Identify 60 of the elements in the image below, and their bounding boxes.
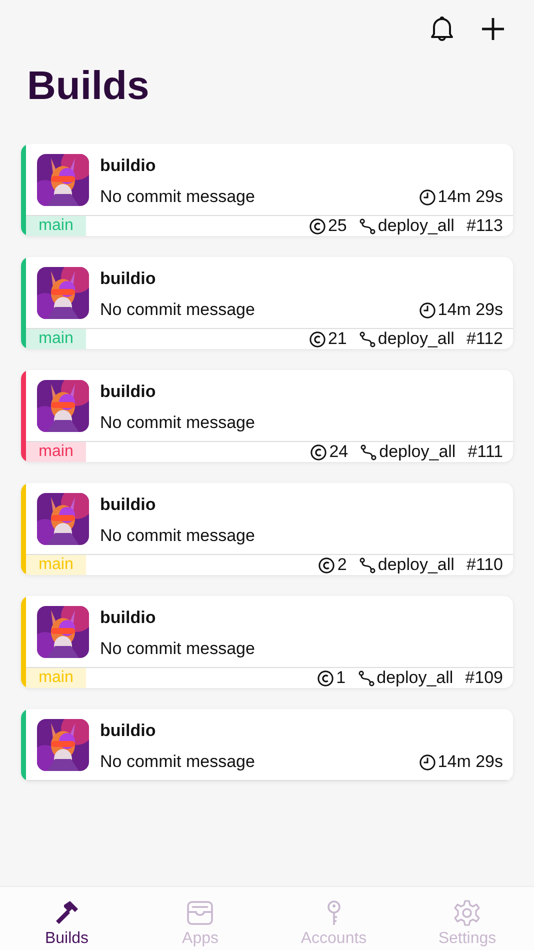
- build-number: #111: [468, 442, 503, 462]
- coin-icon: [310, 444, 328, 460]
- coin-icon: [308, 330, 326, 348]
- commit-message: No commit message: [100, 639, 255, 659]
- clock-icon: [418, 302, 436, 318]
- build-card[interactable]: buildio No commit message main 2 deploy_all #110: [21, 483, 513, 575]
- workflow-name: deploy_all: [378, 555, 454, 575]
- build-duration: 14m 29s: [438, 752, 503, 772]
- tray-icon: [186, 899, 214, 927]
- branch-tag: main: [26, 216, 86, 236]
- workflow-name: deploy_all: [378, 329, 454, 349]
- credit-count: 2: [337, 555, 347, 575]
- clock-icon: [418, 754, 436, 770]
- commit-message: No commit message: [100, 300, 255, 320]
- build-card[interactable]: buildio No commit message 14m 29s main 21 deploy_all #112: [21, 257, 513, 349]
- commit-message: No commit message: [100, 187, 255, 207]
- workflow-name: deploy_all: [378, 216, 454, 236]
- coin-icon: [308, 218, 326, 234]
- build-number: #112: [466, 329, 503, 349]
- commit-message: No commit message: [100, 752, 255, 772]
- workflow-name: deploy_all: [376, 668, 454, 688]
- app-name: buildio: [100, 156, 157, 176]
- gear-icon: [453, 899, 482, 927]
- add-icon[interactable]: [480, 16, 506, 42]
- branch-tag: main: [26, 555, 86, 575]
- build-number: #113: [466, 216, 503, 236]
- build-card[interactable]: buildio No commit message 14m 29s: [21, 709, 513, 781]
- build-number: #110: [466, 555, 503, 575]
- branch-tag: main: [26, 329, 86, 349]
- app-name: buildio: [100, 608, 157, 628]
- workflow-icon: [358, 330, 376, 348]
- app-name: buildio: [100, 721, 157, 741]
- coin-icon: [317, 670, 334, 686]
- credit-count: 21: [328, 329, 347, 349]
- credit-count: 25: [328, 216, 347, 236]
- branch-tag: main: [26, 668, 86, 688]
- workflow-icon: [360, 444, 378, 460]
- commit-message: No commit message: [100, 413, 255, 433]
- branch-tag: main: [26, 442, 86, 462]
- commit-message: No commit message: [100, 526, 255, 546]
- credit-count: 1: [336, 668, 346, 688]
- build-number: #109: [465, 668, 503, 688]
- clock-icon: [418, 188, 436, 206]
- tab[interactable]: Builds: [12, 887, 122, 950]
- coin-icon: [318, 556, 336, 574]
- workflow-name: deploy_all: [379, 442, 456, 462]
- workflow-icon: [358, 218, 376, 234]
- workflow-icon: [358, 556, 376, 574]
- app-name: buildio: [100, 269, 157, 289]
- build-card[interactable]: buildio No commit message 14m 29s main 25 deploy_all #113: [21, 144, 513, 236]
- credit-count: 24: [329, 442, 348, 462]
- app-name: buildio: [100, 382, 157, 402]
- build-card[interactable]: buildio No commit message main 1 deploy_all #109: [21, 596, 513, 688]
- app-name: buildio: [100, 495, 157, 515]
- workflow-icon: [358, 670, 375, 686]
- build-duration: 14m 29s: [438, 187, 503, 207]
- page-title: Builds: [27, 64, 150, 110]
- build-card[interactable]: buildio No commit message main 24 deploy_all #111: [21, 370, 513, 462]
- build-duration: 14m 29s: [438, 300, 503, 320]
- notification-bell-icon[interactable]: [428, 14, 456, 44]
